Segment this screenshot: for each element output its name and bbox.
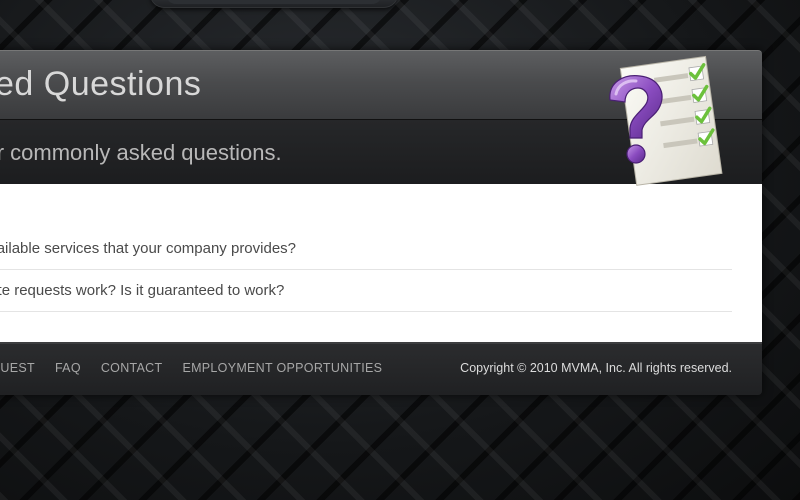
- faq-question[interactable]: on available services that your company …: [0, 240, 296, 257]
- top-nav-plate-inner: [166, 0, 382, 4]
- page-title: sked Questions: [0, 65, 202, 103]
- faq-item[interactable]: on available services that your company …: [0, 228, 732, 270]
- question-checklist-icon: [609, 55, 723, 186]
- footer-link-employment[interactable]: EMPLOYMENT OPPORTUNITIES: [182, 361, 382, 375]
- footer-nav: E REQUEST FAQ CONTACT EMPLOYMENT OPPORTU…: [0, 361, 402, 375]
- footer-link-faq[interactable]: FAQ: [55, 361, 81, 375]
- footer: E REQUEST FAQ CONTACT EMPLOYMENT OPPORTU…: [0, 342, 762, 395]
- copyright-text: Copyright © 2010 MVMA, Inc. All rights r…: [460, 361, 732, 375]
- footer-link-quote-request[interactable]: E REQUEST: [0, 361, 35, 375]
- page-subtitle: f our commonly asked questions.: [0, 140, 282, 165]
- faq-item[interactable]: e quote requests work? Is it guaranteed …: [0, 270, 732, 312]
- faq-content: on available services that your company …: [0, 184, 762, 342]
- footer-link-contact[interactable]: CONTACT: [101, 361, 163, 375]
- faq-list: on available services that your company …: [0, 228, 732, 312]
- faq-question[interactable]: e quote requests work? Is it guaranteed …: [0, 282, 284, 299]
